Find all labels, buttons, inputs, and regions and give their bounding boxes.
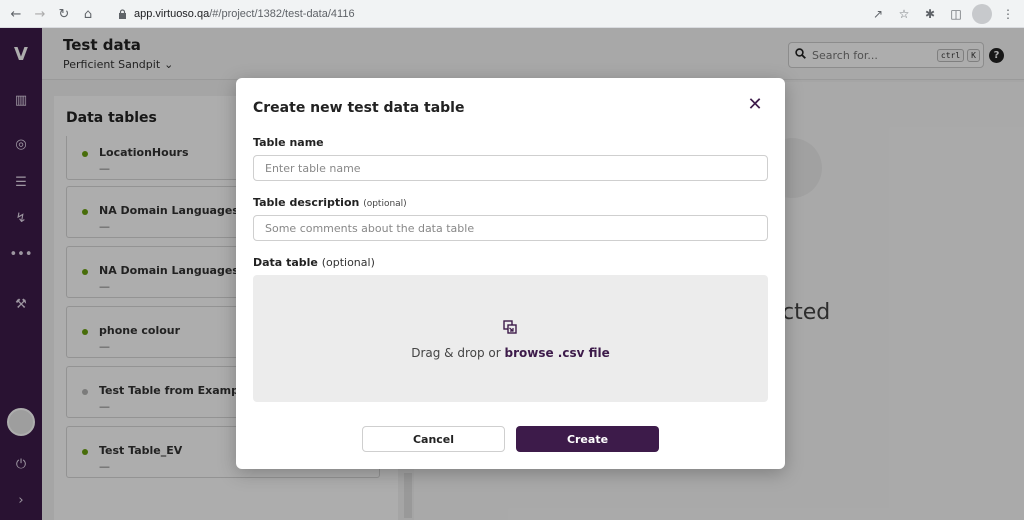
- table-description-input[interactable]: Some comments about the data table: [253, 215, 768, 241]
- csv-dropzone[interactable]: Drag & drop or browse .csv file: [253, 275, 768, 402]
- create-table-dialog: Create new test data table ✕ Table name …: [236, 78, 785, 469]
- cancel-button[interactable]: Cancel: [362, 426, 505, 452]
- data-table-label: Data table (optional): [253, 256, 375, 269]
- table-description-label: Table description (optional): [253, 196, 407, 209]
- dialog-title: Create new test data table: [253, 100, 465, 116]
- share-icon[interactable]: ↗: [868, 4, 888, 24]
- table-name-label: Table name: [253, 136, 324, 149]
- browser-toolbar: ← → ↻ ⌂ app.virtuoso.qa/#/project/1382/t…: [0, 0, 1024, 28]
- menu-icon[interactable]: ⋮: [998, 4, 1018, 24]
- reload-icon[interactable]: ↻: [54, 4, 74, 24]
- create-button[interactable]: Create: [516, 426, 659, 452]
- upload-file-icon: [503, 319, 517, 334]
- table-name-input[interactable]: Enter table name: [253, 155, 768, 181]
- url-text: app.virtuoso.qa/#/project/1382/test-data…: [134, 8, 355, 20]
- close-icon[interactable]: ✕: [746, 96, 764, 114]
- extensions-icon[interactable]: ✱: [920, 4, 940, 24]
- browse-csv-link[interactable]: browse .csv file: [505, 346, 610, 360]
- sidepanel-icon[interactable]: ◫: [946, 4, 966, 24]
- star-icon[interactable]: ☆: [894, 4, 914, 24]
- dropzone-text: Drag & drop or browse .csv file: [411, 346, 610, 360]
- address-bar[interactable]: app.virtuoso.qa/#/project/1382/test-data…: [106, 3, 920, 25]
- forward-icon[interactable]: →: [30, 4, 50, 24]
- home-icon[interactable]: ⌂: [78, 4, 98, 24]
- profile-icon[interactable]: [972, 4, 992, 24]
- lock-icon: [116, 8, 128, 20]
- back-icon[interactable]: ←: [6, 4, 26, 24]
